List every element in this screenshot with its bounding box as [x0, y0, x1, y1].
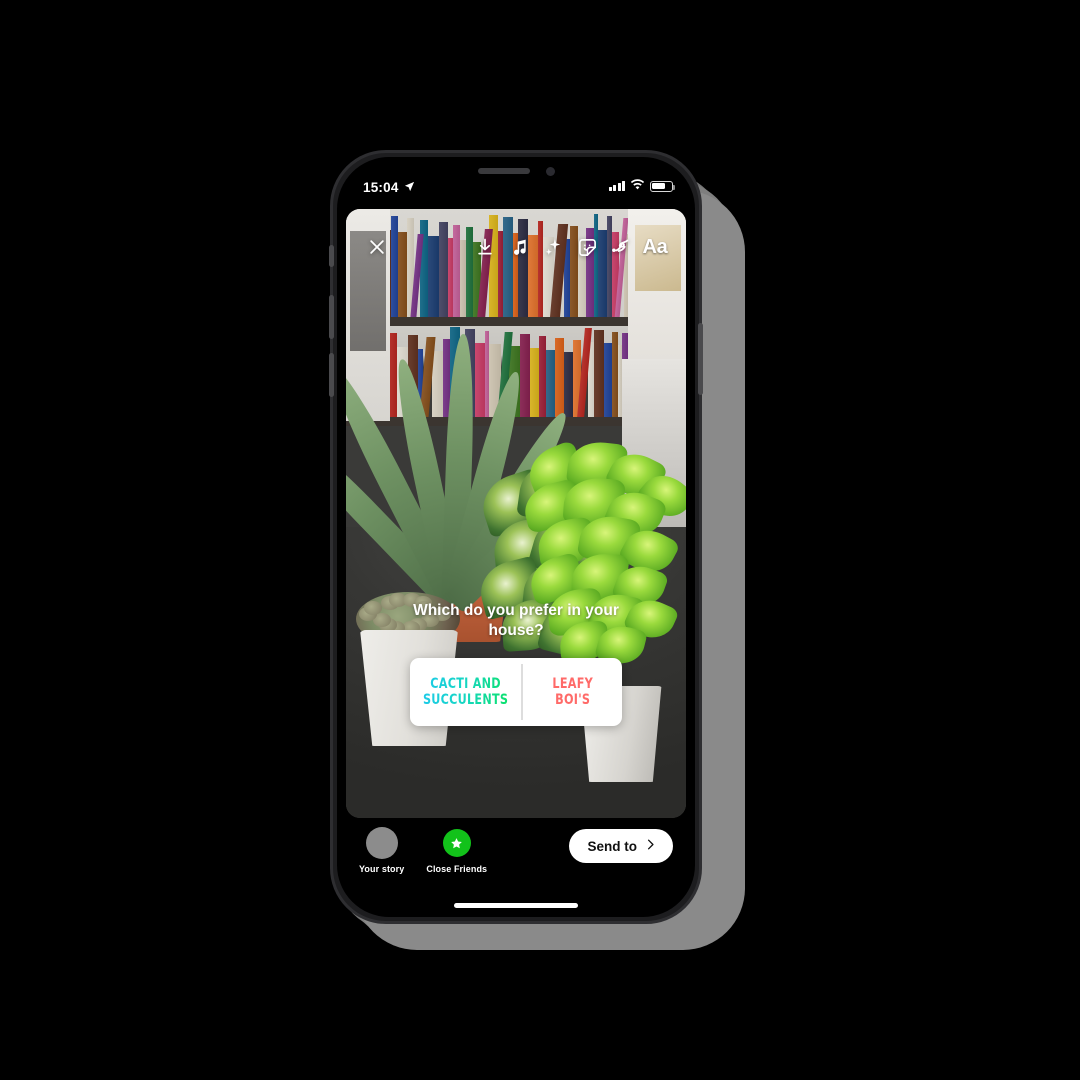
story-edit-toolbar: Aa — [346, 227, 686, 267]
sparkles-icon[interactable] — [536, 230, 570, 264]
story-share-bar: Your story Close Friends Send to — [337, 827, 695, 891]
close-icon[interactable] — [360, 230, 394, 264]
music-note-icon[interactable] — [502, 230, 536, 264]
draw-icon[interactable] — [604, 230, 638, 264]
your-story-label: Your story — [359, 864, 405, 874]
phone-device-frame: 15:04 Aa Which do you prefer in your hou… — [329, 150, 703, 924]
poll-option-left[interactable]: CACTI AND SUCCULENTS — [418, 658, 514, 726]
location-arrow-icon — [404, 180, 415, 195]
poll-option-right[interactable]: LEAFY BOI'S — [530, 658, 616, 726]
story-media-canvas[interactable]: Aa Which do you prefer in your house? CA… — [346, 209, 686, 818]
sticker-icon[interactable] — [570, 230, 604, 264]
cellular-signal-icon — [609, 181, 625, 191]
home-indicator[interactable] — [454, 903, 578, 908]
battery-icon — [650, 180, 676, 192]
earpiece-speaker-icon — [477, 168, 530, 174]
story-photo-plants — [346, 209, 686, 818]
send-to-label: Send to — [587, 838, 638, 854]
device-notch — [434, 157, 598, 185]
poll-question: Which do you prefer in your house? — [413, 602, 619, 640]
text-icon[interactable]: Aa — [638, 230, 672, 264]
status-bar-right — [609, 177, 676, 195]
volume-down-button[interactable] — [329, 353, 334, 397]
wifi-icon — [630, 177, 645, 195]
front-camera-icon — [545, 166, 555, 176]
volume-up-button[interactable] — [329, 295, 334, 339]
close-friends-label: Close Friends — [426, 864, 488, 874]
close-friends-button[interactable]: Close Friends — [426, 827, 487, 874]
power-button[interactable] — [698, 323, 703, 395]
status-time: 15:04 — [363, 180, 399, 195]
green-star-icon — [442, 829, 471, 857]
download-icon[interactable] — [468, 230, 502, 264]
poll-sticker[interactable]: Which do you prefer in your house? CACTI… — [346, 601, 686, 726]
your-story-button[interactable]: Your story — [359, 827, 404, 874]
avatar — [365, 827, 398, 859]
status-bar-left: 15:04 — [363, 180, 415, 195]
phone-screen: 15:04 Aa Which do you prefer in your hou… — [337, 157, 695, 917]
poll-options: CACTI AND SUCCULENTS LEAFY BOI'S — [410, 657, 622, 726]
silent-switch-button[interactable] — [329, 245, 334, 267]
screenshot-stage: 15:04 Aa Which do you prefer in your hou… — [0, 0, 1080, 1080]
poll-divider — [521, 663, 523, 720]
chevron-right-icon — [644, 838, 657, 854]
send-to-button[interactable]: Send to — [568, 829, 673, 863]
